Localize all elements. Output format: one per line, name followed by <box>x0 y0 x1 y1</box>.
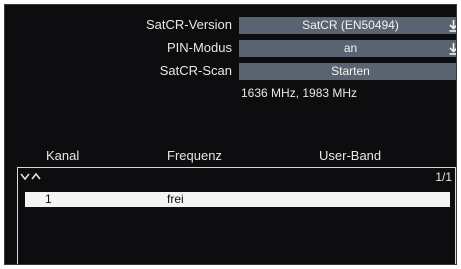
list-header-bar: 1/1 <box>18 168 455 186</box>
pin-modus-label: PIN-Modus <box>166 40 232 55</box>
satcr-version-label: SatCR-Version <box>146 17 232 32</box>
row-frequenz: frei <box>167 192 184 206</box>
pin-modus-value: an <box>343 41 358 55</box>
table-row[interactable]: 1 frei <box>25 192 450 207</box>
column-header-user-band: User-Band <box>319 148 382 163</box>
pin-modus-select[interactable]: an <box>239 40 456 58</box>
page-down-up-icon[interactable] <box>20 171 42 185</box>
row-kanal: 1 <box>45 192 52 206</box>
page-indicator: 1/1 <box>435 170 452 184</box>
channel-list: 1/1 1 frei <box>17 167 456 264</box>
download-arrow-icon <box>449 40 456 58</box>
satcr-scan-label: SatCR-Scan <box>159 63 232 78</box>
satcr-version-value: SatCR (EN50494) <box>302 18 399 32</box>
satcr-scan-button-label: Starten <box>331 64 370 78</box>
satcr-scan-start-button[interactable]: Starten <box>239 63 456 80</box>
satcr-version-select[interactable]: SatCR (EN50494) <box>239 17 456 35</box>
download-arrow-icon <box>449 17 456 35</box>
column-header-frequenz: Frequenz <box>167 148 222 163</box>
frequencies-info: 1636 MHz, 1983 MHz <box>241 86 358 100</box>
column-header-kanal: Kanal <box>46 148 80 163</box>
satcr-settings-screen: SatCR-Version SatCR (EN50494) PIN-Modus … <box>4 4 457 265</box>
